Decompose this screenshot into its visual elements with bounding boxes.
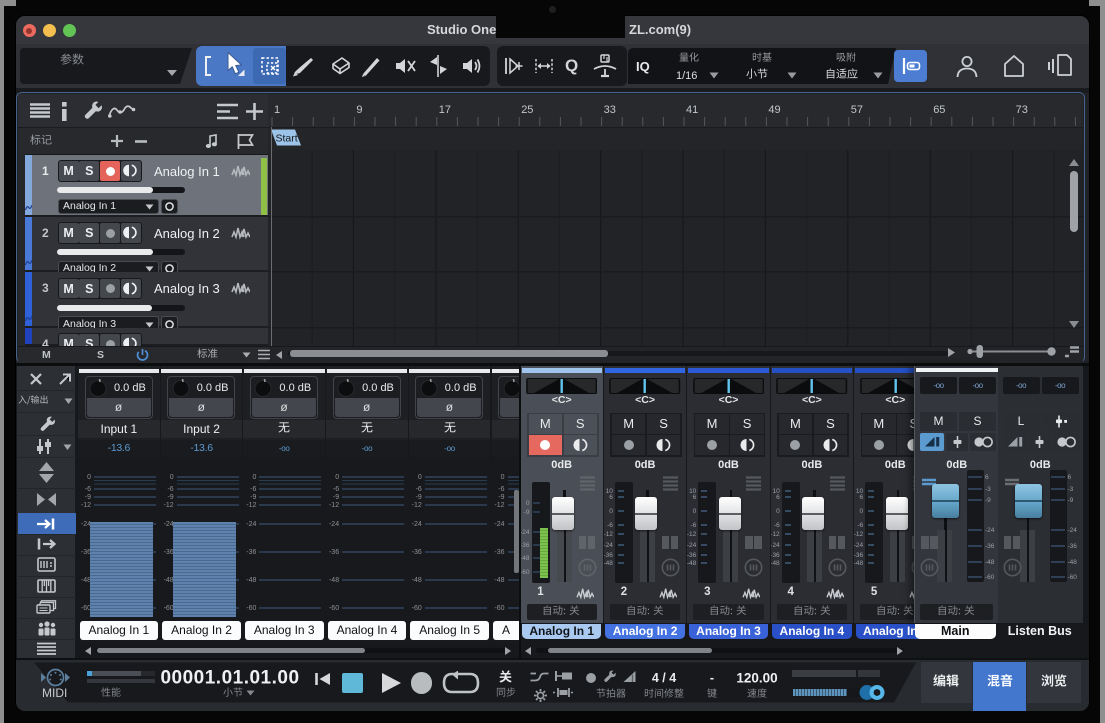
svg-text:Start: Start: [276, 133, 298, 145]
